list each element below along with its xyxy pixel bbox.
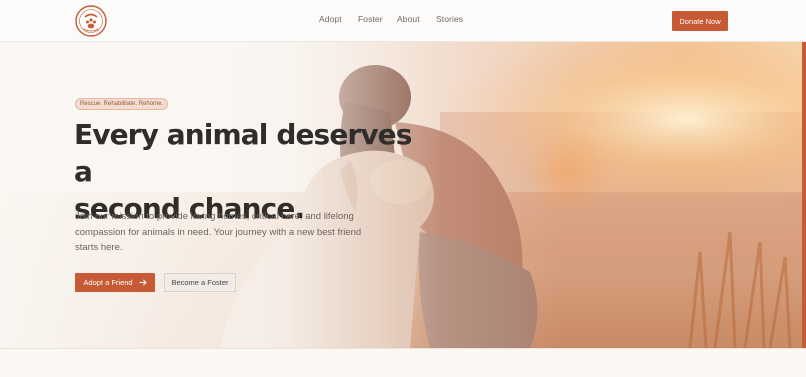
nav-item-foster[interactable]: Foster <box>358 14 383 24</box>
nav-item-adopt[interactable]: Adopt <box>319 14 342 24</box>
nav-item-stories[interactable]: Stories <box>436 14 463 24</box>
page-scrollbar[interactable] <box>802 42 806 348</box>
hero-subtext: Join our mission to provide loving homes… <box>75 211 362 253</box>
arrow-right-icon <box>139 279 147 286</box>
hero-headline-line1: Every animal deserves a <box>74 118 412 188</box>
hero-tagline-badge: Rescue. Rehabilitate. Rehome. <box>75 98 169 110</box>
adopt-a-friend-button[interactable]: Adopt a Friend <box>75 273 155 292</box>
site-header: Adopt Foster About Stories Donate Now <box>0 0 806 42</box>
hero-section: Rescue. Rehabilitate. Rehome. Every anim… <box>0 42 806 348</box>
nav-item-about[interactable]: About <box>397 14 420 24</box>
next-section <box>0 348 806 377</box>
become-a-foster-button[interactable]: Become a Foster <box>164 273 236 292</box>
adopt-a-friend-label: Adopt a Friend <box>83 278 133 287</box>
donate-button[interactable]: Donate Now <box>672 11 728 31</box>
